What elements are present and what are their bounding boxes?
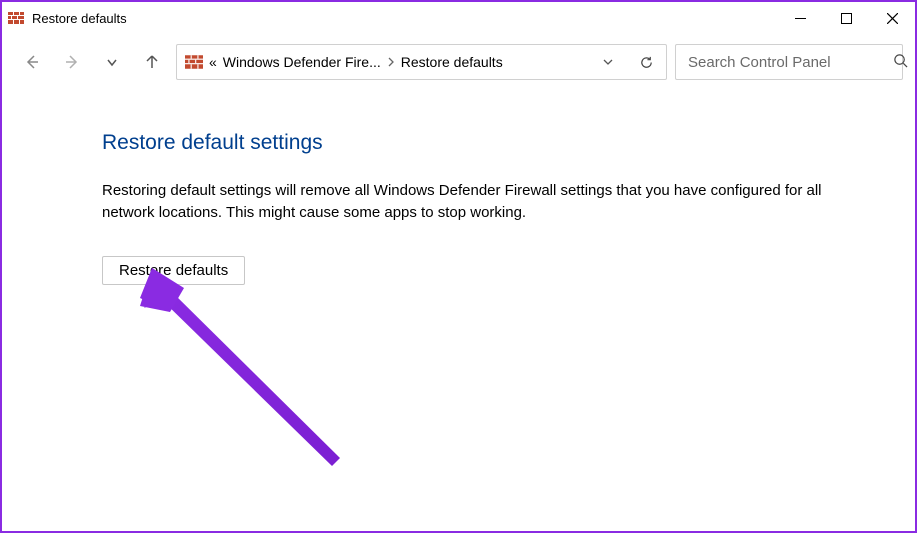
recent-locations-button[interactable] (96, 46, 128, 78)
firewall-icon (8, 10, 24, 26)
search-box[interactable] (675, 44, 903, 80)
minimize-button[interactable] (777, 2, 823, 34)
address-dropdown-button[interactable] (592, 46, 624, 78)
restore-defaults-button[interactable]: Restore defaults (102, 256, 245, 285)
body-text: Restoring default settings will remove a… (102, 180, 842, 224)
forward-button[interactable] (56, 46, 88, 78)
titlebar: Restore defaults (2, 2, 915, 34)
maximize-button[interactable] (823, 2, 869, 34)
refresh-button[interactable] (630, 46, 662, 78)
breadcrumb-parent[interactable]: Windows Defender Fire... (223, 54, 381, 70)
close-button[interactable] (869, 2, 915, 34)
toolbar: « Windows Defender Fire... Restore defau… (2, 34, 915, 90)
search-input[interactable] (688, 54, 887, 71)
page-heading: Restore default settings (102, 128, 855, 158)
window-controls (777, 2, 915, 34)
search-icon[interactable] (893, 53, 908, 71)
address-bar[interactable]: « Windows Defender Fire... Restore defau… (176, 44, 667, 80)
chevron-right-icon (387, 54, 395, 70)
arrow-annotation (140, 268, 360, 491)
up-button[interactable] (136, 46, 168, 78)
firewall-icon (185, 53, 203, 71)
window-title: Restore defaults (32, 11, 127, 26)
breadcrumb-current[interactable]: Restore defaults (401, 54, 503, 70)
content-area: Restore default settings Restoring defau… (2, 90, 915, 285)
back-button[interactable] (16, 46, 48, 78)
breadcrumb-prefix: « (209, 54, 217, 70)
